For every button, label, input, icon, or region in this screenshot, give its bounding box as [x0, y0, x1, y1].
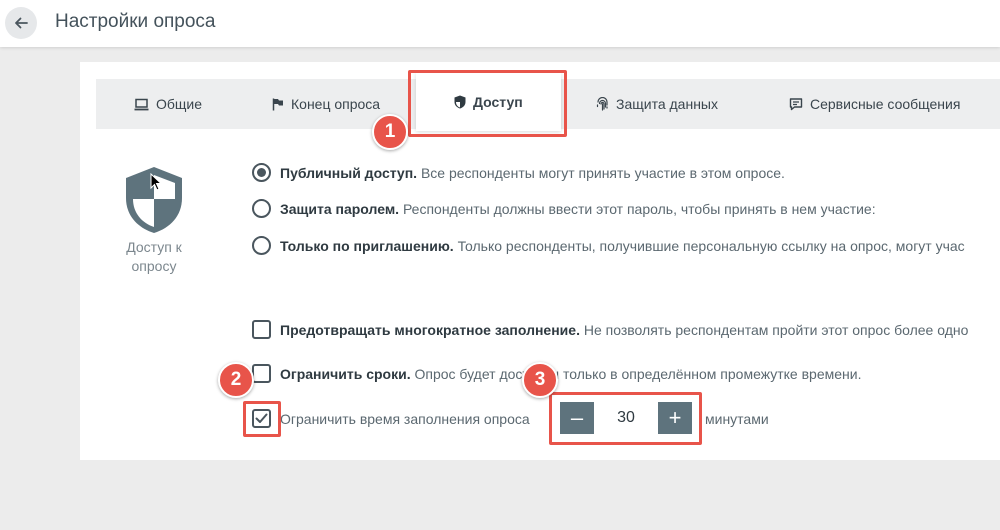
- page-title: Настройки опроса: [55, 11, 216, 32]
- tab-general[interactable]: Общие: [134, 79, 202, 129]
- flag-icon: [272, 98, 283, 110]
- access-label-line2: опросу: [131, 258, 177, 274]
- back-button[interactable]: [5, 7, 37, 39]
- checkbox-limit-dates[interactable]: [252, 364, 271, 383]
- tab-data-protection-label: Защита данных: [616, 96, 718, 112]
- tab-data-protection[interactable]: Защита данных: [596, 79, 718, 129]
- shield-icon: [454, 95, 466, 109]
- option-invitation-desc: Только респонденты, получившие персональ…: [453, 237, 965, 254]
- option-prevent-multiple-title: Предотвращать многократное заполнение.: [280, 321, 580, 338]
- option-limit-dates-title: Ограничить сроки.: [280, 365, 411, 382]
- tab-service-messages-label: Сервисные сообщения: [810, 96, 961, 112]
- arrow-left-icon: [15, 17, 28, 29]
- access-label-line1: Доступ к: [126, 239, 182, 255]
- time-unit-label: минутами: [705, 411, 769, 427]
- tab-bar: Общие Конец опроса Доступ Защита данных …: [96, 73, 1000, 131]
- increment-button[interactable]: +: [658, 402, 692, 434]
- option-prevent-multiple-text: Предотвращать многократное заполнение. Н…: [280, 322, 968, 338]
- mouse-cursor-icon: [150, 173, 162, 191]
- option-prevent-multiple[interactable]: Предотвращать многократное заполнение. Н…: [252, 320, 968, 339]
- annotation-badge-3: 3: [522, 362, 558, 398]
- tab-general-label: Общие: [156, 96, 203, 112]
- option-limit-time[interactable]: Ограничить время заполнения опроса: [252, 409, 530, 428]
- tab-access-label: Доступ: [473, 94, 523, 110]
- radio-selected-dot: [257, 168, 266, 177]
- fingerprint-icon: [596, 97, 608, 111]
- option-limit-time-label: Ограничить время заполнения опроса: [280, 410, 530, 427]
- radio-password-protection[interactable]: [252, 199, 271, 218]
- time-limit-input[interactable]: [594, 409, 658, 427]
- option-prevent-multiple-desc: Не позволять респондентам пройти этот оп…: [579, 321, 969, 338]
- option-public-access-title: Публичный доступ.: [280, 164, 418, 181]
- option-invitation-title: Только по приглашению.: [280, 237, 454, 254]
- tab-access[interactable]: Доступ: [416, 73, 561, 131]
- checkbox-limit-time[interactable]: [252, 409, 271, 428]
- access-section-label: Доступ к опросу: [110, 238, 198, 276]
- time-limit-stepper: – +: [560, 402, 692, 434]
- option-public-access-text: Публичный доступ. Все респонденты могут …: [280, 165, 785, 181]
- option-password-desc: Респонденты должны ввести этот пароль, ч…: [399, 200, 876, 217]
- option-limit-dates-text: Ограничить сроки. Опрос будет доступен т…: [280, 366, 861, 382]
- checkmark-icon: [255, 413, 268, 423]
- radio-invitation-only[interactable]: [252, 236, 271, 255]
- option-limit-dates-desc: Опрос будет доступен только в определённ…: [410, 365, 862, 382]
- top-bar: Настройки опроса: [0, 0, 1000, 47]
- chat-icon: [789, 97, 803, 110]
- checkbox-prevent-multiple[interactable]: [252, 320, 271, 339]
- laptop-icon: [134, 98, 149, 110]
- annotation-badge-1: 1: [372, 114, 408, 150]
- option-password-text: Защита паролем. Респонденты должны ввест…: [280, 201, 876, 217]
- option-public-access-desc: Все респонденты могут принять участие в …: [417, 164, 785, 181]
- annotation-badge-2: 2: [218, 362, 254, 398]
- tab-survey-end-label: Конец опроса: [291, 96, 381, 112]
- option-invitation-text: Только по приглашению. Только респондент…: [280, 238, 965, 254]
- tab-survey-end[interactable]: Конец опроса: [272, 79, 380, 129]
- option-password-protection[interactable]: Защита паролем. Респонденты должны ввест…: [252, 199, 876, 218]
- option-password-title: Защита паролем.: [280, 200, 400, 217]
- radio-public-access[interactable]: [252, 163, 271, 182]
- decrement-button[interactable]: –: [560, 402, 594, 434]
- tab-service-messages[interactable]: Сервисные сообщения: [788, 79, 960, 129]
- option-invitation-only[interactable]: Только по приглашению. Только респондент…: [252, 236, 965, 255]
- option-public-access[interactable]: Публичный доступ. Все респонденты могут …: [252, 163, 785, 182]
